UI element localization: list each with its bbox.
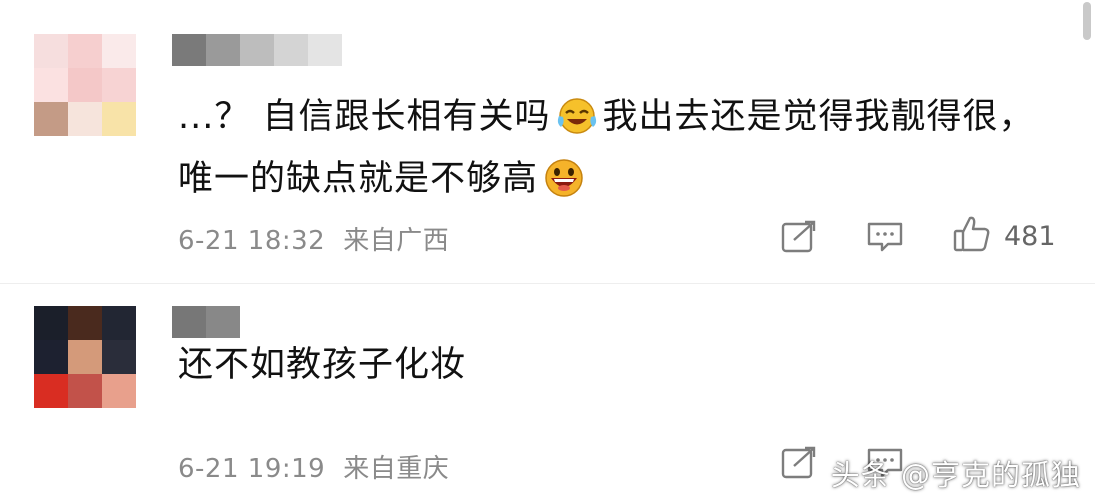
share-button[interactable] [780, 446, 818, 484]
comment-item: ...？ 自信跟长相有关吗 我出去还是觉得我靓得很，唯一的缺点就是不够高 6-2… [0, 0, 1095, 284]
comment-icon [866, 220, 904, 258]
name-blur-block [240, 34, 274, 66]
watermark: 头条 @亨克的孤独 [830, 458, 1081, 492]
comment-text-part1: ...？ 自信跟长相有关吗 [178, 97, 551, 137]
avatar-pixel [34, 34, 68, 68]
share-button[interactable] [780, 220, 818, 258]
avatar-pixel [68, 68, 102, 102]
like-count: 481 [1004, 220, 1056, 252]
avatar-pixel [102, 34, 136, 68]
share-icon [780, 446, 818, 484]
comment-date: 6-21 19:19 [178, 454, 326, 484]
name-blur-block [172, 34, 206, 66]
share-icon [780, 220, 818, 258]
avatar-pixel [68, 306, 102, 340]
name-blur-block [206, 306, 240, 338]
comment-location: 来自重庆 [343, 454, 450, 484]
like-button[interactable]: 481 [952, 214, 1056, 258]
avatar-pixel [102, 374, 136, 408]
avatar-pixel [34, 340, 68, 374]
username-redacted[interactable] [172, 306, 240, 338]
avatar[interactable] [34, 306, 136, 408]
name-blur-block [274, 34, 308, 66]
avatar-pixel [34, 306, 68, 340]
avatar-pixel [34, 102, 68, 136]
avatar-pixel [68, 340, 102, 374]
avatar-pixel [34, 68, 68, 102]
thumbs-up-icon [952, 214, 992, 258]
avatar-pixel [102, 68, 136, 102]
name-blur-block [172, 306, 206, 338]
comment-meta: 6-21 19:19 来自重庆 [178, 448, 449, 485]
name-blur-block [206, 34, 240, 66]
avatar-pixel [68, 102, 102, 136]
avatar-pixel [102, 306, 136, 340]
comment-meta: 6-21 18:32 来自广西 [178, 220, 449, 257]
comment-text: 还不如教孩子化妆 [178, 345, 467, 385]
grinning-emoji-icon [542, 158, 586, 214]
avatar-pixel [68, 374, 102, 408]
avatar[interactable] [34, 34, 136, 136]
comment-location: 来自广西 [343, 226, 450, 256]
avatar-pixel [34, 374, 68, 408]
comment-date: 6-21 18:32 [178, 226, 326, 256]
username-redacted[interactable] [172, 34, 342, 66]
name-blur-block [308, 34, 342, 66]
avatar-pixel [68, 34, 102, 68]
reply-button[interactable] [866, 220, 904, 258]
avatar-pixel [102, 340, 136, 374]
crying-laughing-emoji-icon [555, 96, 599, 152]
avatar-pixel [102, 102, 136, 136]
comment-text: ...？ 自信跟长相有关吗 我出去还是觉得我靓得很，唯一的缺点就是不够高 [178, 90, 1038, 214]
